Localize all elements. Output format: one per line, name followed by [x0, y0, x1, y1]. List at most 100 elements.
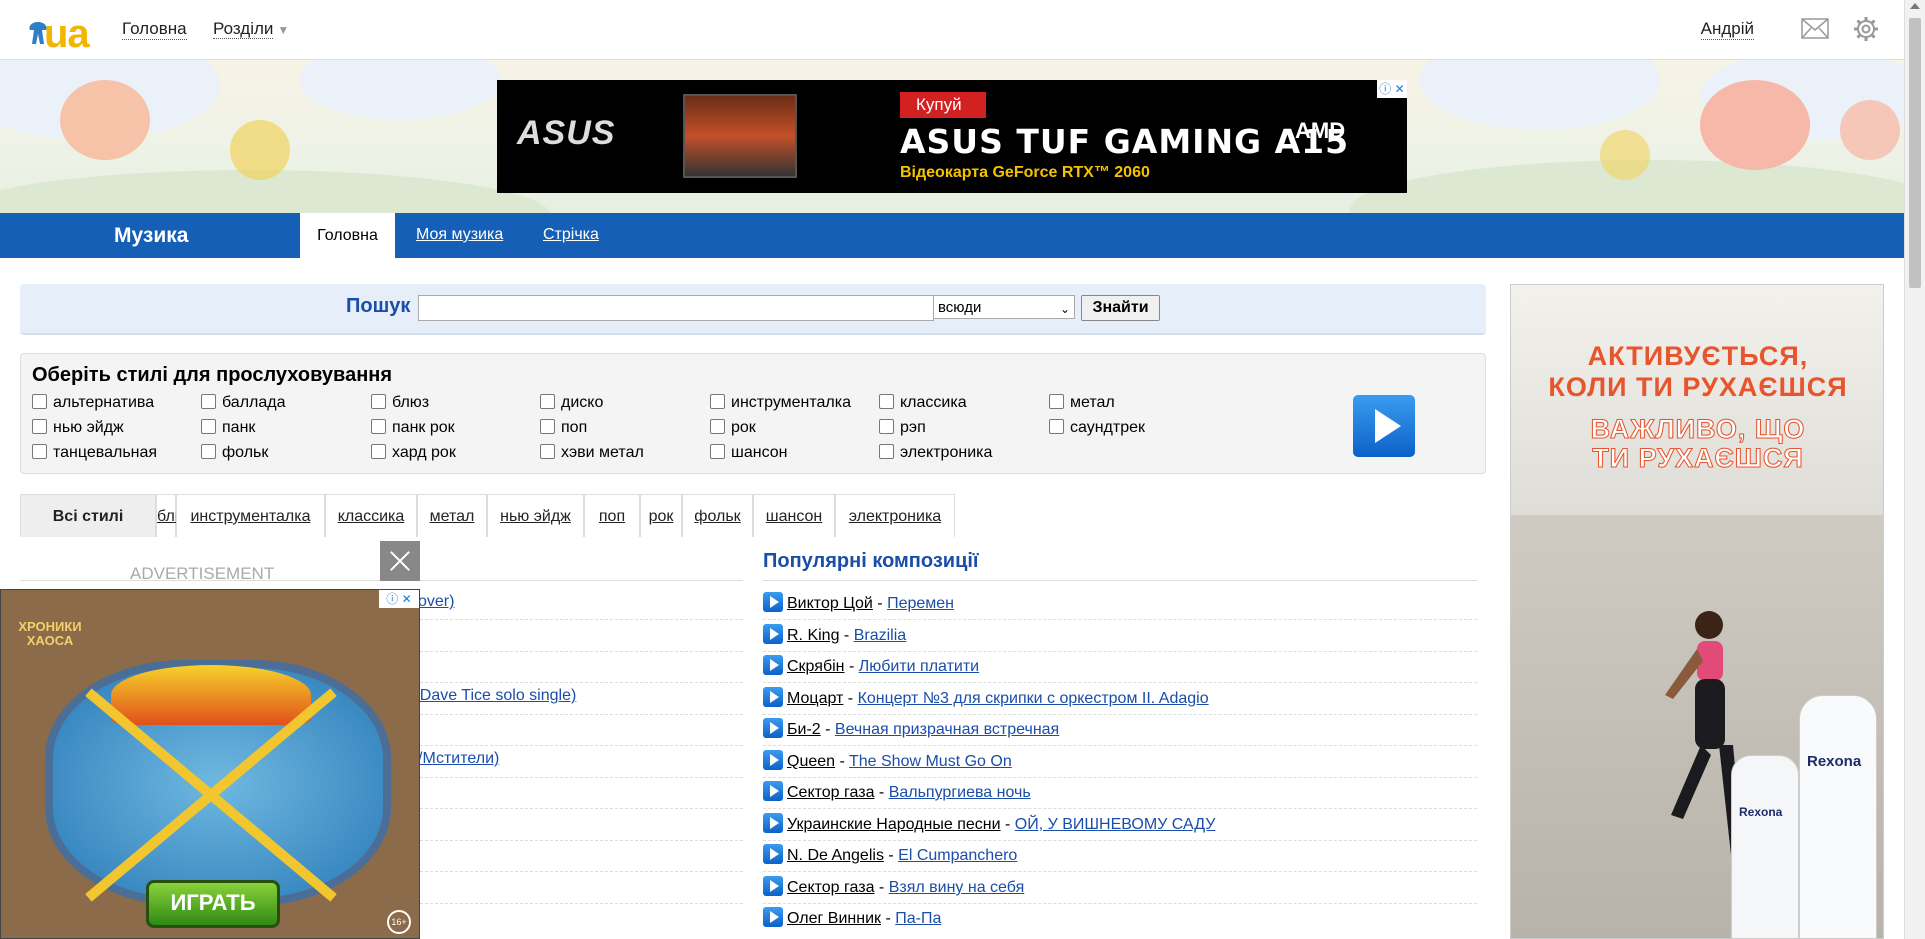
- checkbox-box[interactable]: [879, 394, 894, 409]
- checkbox-box[interactable]: [32, 444, 47, 459]
- style-tab[interactable]: блюз: [156, 494, 194, 537]
- left-track-link[interactable]: s/Мстители): [410, 750, 499, 768]
- checkbox-box[interactable]: [32, 419, 47, 434]
- track-song-link[interactable]: Концерт №3 для скрипки с оркестром II. A…: [858, 690, 1209, 707]
- play-icon[interactable]: [763, 750, 783, 770]
- play-icon[interactable]: [763, 907, 783, 927]
- tab-feed[interactable]: Стрічка: [543, 226, 599, 244]
- search-button[interactable]: Знайти: [1081, 295, 1160, 321]
- style-checkbox[interactable]: нью эйдж: [32, 419, 124, 437]
- page-scrollbar[interactable]: [1904, 0, 1925, 939]
- play-icon[interactable]: [763, 687, 783, 707]
- checkbox-box[interactable]: [371, 419, 386, 434]
- style-checkbox[interactable]: поп: [540, 419, 587, 437]
- style-checkbox[interactable]: рок: [710, 419, 756, 437]
- style-tab[interactable]: рок: [640, 494, 682, 537]
- style-checkbox[interactable]: диско: [540, 394, 603, 412]
- style-checkbox[interactable]: шансон: [710, 444, 787, 462]
- track-artist-link[interactable]: Сектор газа: [787, 784, 874, 801]
- style-tab[interactable]: инструменталка: [176, 494, 325, 537]
- track-artist-link[interactable]: Украинские Народные песни: [787, 816, 1001, 833]
- track-artist-link[interactable]: Би-2: [787, 721, 821, 738]
- checkbox-box[interactable]: [540, 419, 555, 434]
- style-checkbox[interactable]: альтернатива: [32, 394, 154, 412]
- style-tab[interactable]: метал: [417, 494, 487, 537]
- track-artist-link[interactable]: Скрябін: [787, 658, 845, 675]
- checkbox-box[interactable]: [371, 444, 386, 459]
- play-icon[interactable]: [763, 876, 783, 896]
- gear-icon[interactable]: [1853, 16, 1879, 42]
- right-side-ad[interactable]: АКТИВУЄТЬСЯ, КОЛИ ТИ РУХАЄШСЯ ВАЖЛИВО, Щ…: [1510, 284, 1884, 939]
- user-profile-link[interactable]: Андрій: [1700, 19, 1754, 40]
- track-artist-link[interactable]: R. King: [787, 627, 839, 644]
- track-song-link[interactable]: Brazilia: [854, 627, 906, 644]
- track-artist-link[interactable]: Виктор Цой: [787, 595, 873, 612]
- style-checkbox[interactable]: метал: [1049, 394, 1115, 412]
- track-song-link[interactable]: The Show Must Go On: [849, 753, 1012, 770]
- checkbox-box[interactable]: [710, 444, 725, 459]
- style-checkbox[interactable]: саундтрек: [1049, 419, 1145, 437]
- tab-my-music[interactable]: Моя музика: [416, 226, 503, 244]
- floating-game-ad[interactable]: ХРОНИКИ ХАОСА ИГРАТЬ 16+ ⓘ ✕: [0, 589, 420, 939]
- track-song-link[interactable]: Любити платити: [859, 658, 979, 675]
- adchoices-icon[interactable]: ⓘ ✕: [379, 590, 419, 608]
- style-checkbox[interactable]: баллада: [201, 394, 286, 412]
- style-checkbox[interactable]: фольк: [201, 444, 268, 462]
- mail-icon[interactable]: [1801, 18, 1829, 39]
- play-styles-button[interactable]: [1353, 395, 1415, 457]
- checkbox-box[interactable]: [710, 419, 725, 434]
- checkbox-box[interactable]: [1049, 394, 1064, 409]
- checkbox-box[interactable]: [540, 394, 555, 409]
- style-tab[interactable]: поп: [584, 494, 640, 537]
- track-artist-link[interactable]: Сектор газа: [787, 879, 874, 896]
- track-song-link[interactable]: Вечная призрачная встречная: [835, 721, 1059, 738]
- search-scope-select[interactable]: всюди ⌄: [933, 295, 1075, 319]
- checkbox-box[interactable]: [879, 419, 894, 434]
- style-tab[interactable]: классика: [325, 494, 417, 537]
- style-tab[interactable]: электроника: [835, 494, 955, 537]
- adchoices-icon[interactable]: ⓘ ✕: [1377, 80, 1407, 98]
- style-checkbox[interactable]: танцевальная: [32, 444, 157, 462]
- tab-home[interactable]: Головна: [300, 213, 395, 258]
- style-checkbox[interactable]: хард рок: [371, 444, 456, 462]
- play-icon[interactable]: [763, 813, 783, 833]
- track-song-link[interactable]: El Cumpanchero: [898, 847, 1017, 864]
- checkbox-box[interactable]: [540, 444, 555, 459]
- checkbox-box[interactable]: [32, 394, 47, 409]
- track-song-link[interactable]: Перемен: [887, 595, 954, 612]
- nav-home-link[interactable]: Головна: [122, 19, 187, 40]
- style-checkbox[interactable]: классика: [879, 394, 967, 412]
- style-checkbox[interactable]: хэви метал: [540, 444, 644, 462]
- site-logo[interactable]: ua: [24, 8, 96, 56]
- track-song-link[interactable]: ОЙ, У ВИШНЕВОМУ САДУ: [1015, 816, 1216, 833]
- track-song-link[interactable]: Вальпургиева ночь: [889, 784, 1031, 801]
- checkbox-box[interactable]: [879, 444, 894, 459]
- style-tab[interactable]: нью эйдж: [487, 494, 584, 537]
- style-tab[interactable]: Всі стилі: [20, 494, 156, 537]
- left-track-link[interactable]: - Dave Tice solo single): [410, 687, 576, 705]
- search-input[interactable]: [418, 295, 934, 321]
- nav-sections-menu[interactable]: Розділи ▼: [213, 19, 289, 39]
- checkbox-box[interactable]: [201, 444, 216, 459]
- checkbox-box[interactable]: [201, 394, 216, 409]
- scrollbar-thumb[interactable]: [1909, 18, 1921, 288]
- close-ad-button[interactable]: [380, 541, 420, 581]
- track-song-link[interactable]: Взял вину на себя: [889, 879, 1025, 896]
- ad-play-button[interactable]: ИГРАТЬ: [146, 880, 280, 928]
- play-icon[interactable]: [763, 655, 783, 675]
- style-checkbox[interactable]: электроника: [879, 444, 992, 462]
- style-checkbox[interactable]: рэп: [879, 419, 926, 437]
- track-artist-link[interactable]: Олег Винник: [787, 910, 881, 927]
- checkbox-box[interactable]: [201, 419, 216, 434]
- section-title[interactable]: Музика: [114, 224, 188, 248]
- style-tab[interactable]: фольк: [682, 494, 753, 537]
- play-icon[interactable]: [763, 624, 783, 644]
- play-icon[interactable]: [763, 718, 783, 738]
- scroll-up-arrow-icon[interactable]: [1910, 3, 1920, 9]
- checkbox-box[interactable]: [1049, 419, 1064, 434]
- play-icon[interactable]: [763, 781, 783, 801]
- play-icon[interactable]: [763, 592, 783, 612]
- track-artist-link[interactable]: N. De Angelis: [787, 847, 884, 864]
- style-checkbox[interactable]: панк рок: [371, 419, 455, 437]
- checkbox-box[interactable]: [710, 394, 725, 409]
